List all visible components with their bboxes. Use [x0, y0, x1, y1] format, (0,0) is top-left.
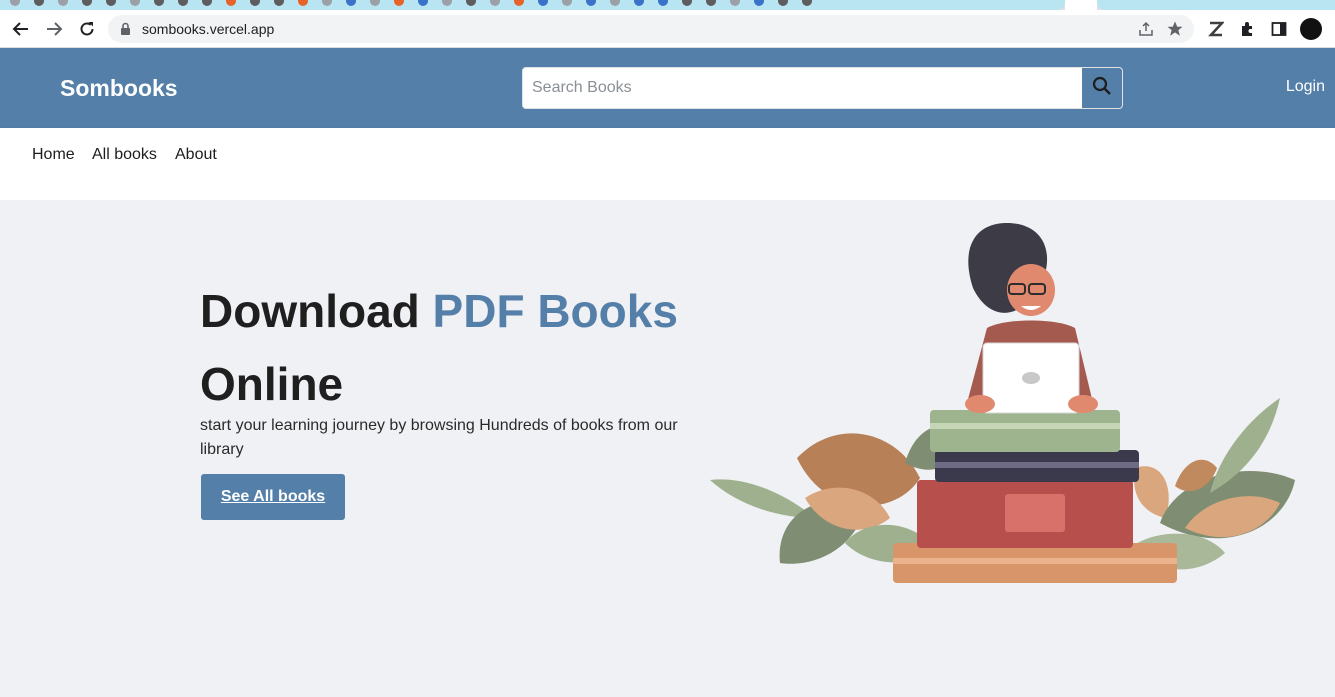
- tab-favicons: [10, 0, 812, 8]
- lock-icon[interactable]: [120, 22, 131, 41]
- search-bar: [522, 67, 1123, 109]
- hero-section: Download PDF Books Online start your lear…: [0, 200, 1335, 697]
- nav-about[interactable]: About: [175, 146, 217, 164]
- main-nav: Home All books About: [0, 128, 1335, 176]
- address-bar[interactable]: sombooks.vercel.app: [108, 15, 1194, 43]
- new-tab-area: [1097, 0, 1335, 10]
- search-input[interactable]: [523, 68, 1081, 108]
- arrow-left-icon[interactable]: [10, 18, 32, 40]
- hero-title: Download PDF Books Online: [200, 275, 720, 421]
- browser-tab-strip: [0, 0, 1335, 10]
- browser-toolbar: sombooks.vercel.app: [0, 10, 1335, 48]
- side-panel-icon[interactable]: [1268, 18, 1290, 40]
- leaf-shape: [1134, 466, 1169, 518]
- tab-group[interactable]: [0, 0, 1065, 10]
- star-icon[interactable]: [1166, 20, 1184, 43]
- reload-icon[interactable]: [76, 18, 98, 40]
- reading-woman-illustration: [710, 222, 1295, 583]
- leaf-shape: [710, 479, 815, 518]
- hero-title-rest: Online: [200, 358, 344, 410]
- site-header: Sombooks Login: [0, 48, 1335, 128]
- book-green: [930, 410, 1120, 452]
- z-extension-icon[interactable]: [1205, 18, 1227, 40]
- hero-subtitle: start your learning journey by browsing …: [200, 417, 678, 458]
- search-button[interactable]: [1081, 68, 1122, 108]
- login-link[interactable]: Login: [1286, 78, 1325, 96]
- profile-avatar-icon[interactable]: [1300, 18, 1322, 40]
- nav-home[interactable]: Home: [32, 146, 75, 164]
- brand-logo[interactable]: Sombooks: [60, 75, 178, 102]
- hero-title-main: Download: [200, 285, 433, 337]
- nav-all-books[interactable]: All books: [92, 146, 157, 164]
- share-icon[interactable]: [1138, 21, 1154, 42]
- see-all-books-button[interactable]: See All books: [201, 474, 345, 520]
- arrow-right-icon[interactable]: [43, 18, 65, 40]
- active-tab[interactable]: [1065, 0, 1097, 10]
- hero-title-accent: PDF Books: [432, 285, 678, 337]
- search-icon: [1092, 76, 1112, 101]
- puzzle-icon[interactable]: [1237, 18, 1259, 40]
- url-text[interactable]: sombooks.vercel.app: [142, 21, 274, 37]
- nav-spacer: [0, 176, 1335, 200]
